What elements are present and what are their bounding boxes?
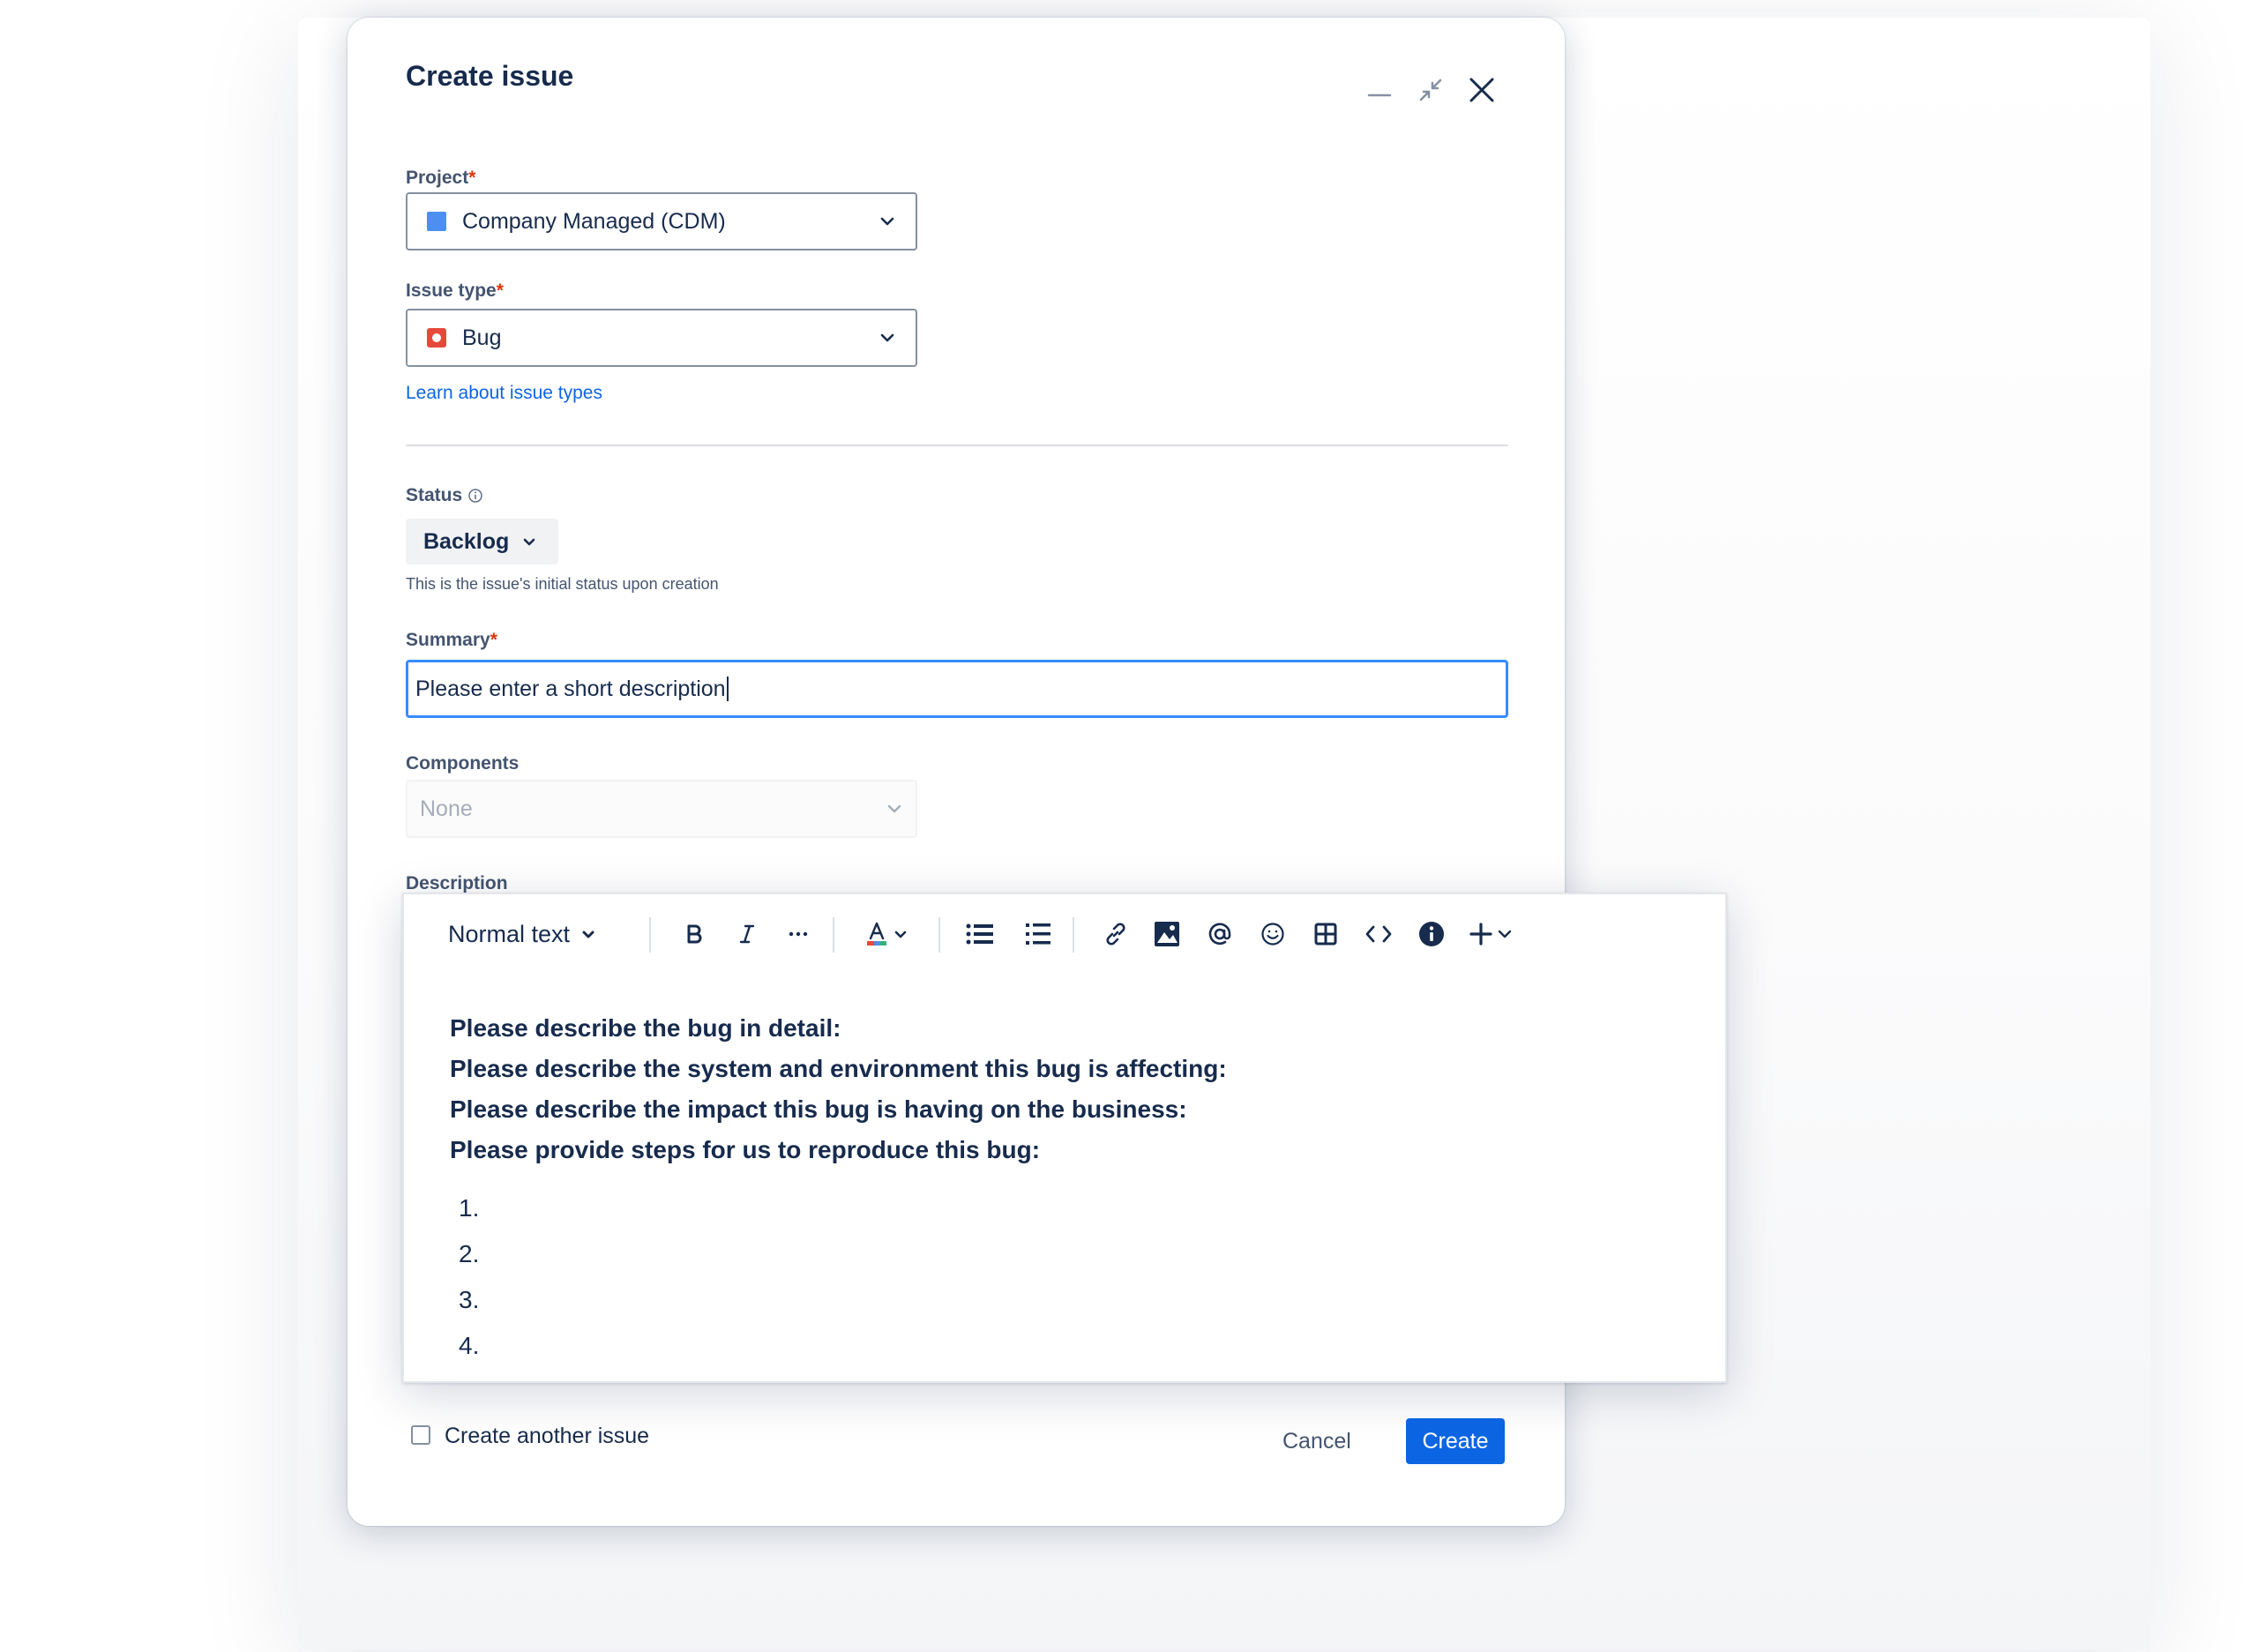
info-panel-button[interactable] bbox=[1409, 914, 1454, 954]
minimize-icon bbox=[1367, 78, 1392, 102]
bullet-list-icon bbox=[966, 923, 994, 946]
minimize-button[interactable] bbox=[1358, 69, 1401, 111]
close-button[interactable] bbox=[1461, 69, 1503, 111]
summary-label: Summary* bbox=[406, 630, 497, 651]
status-value: Backlog bbox=[423, 528, 510, 554]
create-another-label[interactable]: Create another issue bbox=[445, 1424, 649, 1449]
chevron-down-icon bbox=[893, 927, 908, 941]
collapse-button[interactable] bbox=[1409, 69, 1452, 111]
text-caret bbox=[726, 676, 729, 701]
insert-more-button[interactable] bbox=[1462, 914, 1519, 954]
summary-value: Please enter a short description bbox=[415, 676, 726, 701]
text-style-label: Normal text bbox=[448, 920, 571, 947]
toolbar-separator bbox=[1073, 917, 1074, 953]
toolbar-separator bbox=[938, 917, 940, 953]
summary-label-text: Summary bbox=[406, 630, 490, 650]
bug-icon bbox=[427, 328, 446, 348]
description-line: Please describe the impact this bug is h… bbox=[450, 1095, 1187, 1123]
components-value: None bbox=[420, 796, 473, 821]
required-marker: * bbox=[490, 630, 497, 650]
create-another-checkbox[interactable] bbox=[411, 1425, 430, 1445]
chevron-down-icon bbox=[1497, 926, 1513, 942]
status-dropdown-button[interactable]: Backlog bbox=[406, 519, 559, 564]
bullet-list-button[interactable] bbox=[958, 914, 1002, 954]
text-color-icon bbox=[865, 921, 888, 947]
project-label-text: Project bbox=[406, 168, 469, 188]
link-icon bbox=[1103, 921, 1129, 947]
bold-button[interactable] bbox=[674, 914, 714, 954]
components-select[interactable]: None bbox=[406, 780, 917, 838]
description-line: Please describe the system and environme… bbox=[450, 1055, 1227, 1082]
info-icon bbox=[1418, 921, 1445, 947]
code-button[interactable] bbox=[1357, 914, 1401, 954]
table-button[interactable] bbox=[1304, 914, 1348, 954]
toolbar-separator bbox=[649, 917, 651, 953]
emoji-button[interactable] bbox=[1251, 914, 1295, 954]
status-label-text: Status bbox=[406, 485, 463, 505]
components-label: Components bbox=[406, 753, 520, 774]
section-divider bbox=[406, 445, 1508, 446]
code-icon bbox=[1365, 923, 1393, 945]
chevron-down-icon bbox=[879, 213, 896, 230]
description-editor[interactable]: Normal text Please describe the bug in d… bbox=[402, 893, 1727, 1383]
toolbar-separator bbox=[833, 917, 834, 953]
project-select[interactable]: Company Managed (CDM) bbox=[406, 192, 917, 250]
issue-type-value: Bug bbox=[462, 325, 502, 350]
issue-type-label-text: Issue type bbox=[406, 280, 497, 301]
required-marker: * bbox=[468, 168, 476, 188]
required-marker: * bbox=[496, 280, 504, 301]
list-item-number: 3. bbox=[459, 1286, 480, 1313]
description-label: Description bbox=[406, 873, 508, 893]
list-item-number: 2. bbox=[459, 1240, 480, 1267]
numbered-list-icon bbox=[1025, 922, 1051, 946]
project-label: Project* bbox=[406, 168, 475, 189]
chevron-down-icon bbox=[879, 329, 896, 347]
summary-input[interactable]: Please enter a short description bbox=[406, 660, 1508, 718]
image-button[interactable] bbox=[1145, 914, 1189, 954]
issue-type-select[interactable]: Bug bbox=[406, 309, 917, 367]
collapse-arrows-icon bbox=[1417, 76, 1445, 104]
image-icon bbox=[1154, 921, 1180, 947]
chevron-down-icon bbox=[580, 926, 596, 942]
description-line: Please describe the bug in detail: bbox=[450, 1014, 841, 1042]
bold-icon bbox=[684, 923, 705, 945]
text-style-dropdown[interactable]: Normal text bbox=[448, 914, 596, 954]
link-button[interactable] bbox=[1094, 914, 1138, 954]
project-square-icon bbox=[427, 212, 446, 231]
text-color-button[interactable] bbox=[856, 914, 917, 954]
learn-issue-types-link[interactable]: Learn about issue types bbox=[406, 383, 602, 404]
project-value: Company Managed (CDM) bbox=[462, 208, 726, 234]
issue-type-label: Issue type* bbox=[406, 280, 504, 302]
more-formatting-button[interactable] bbox=[778, 914, 819, 954]
italic-button[interactable] bbox=[727, 914, 767, 954]
cancel-button[interactable]: Cancel bbox=[1270, 1418, 1364, 1464]
description-line: Please provide steps for us to reproduce… bbox=[450, 1136, 1041, 1163]
mention-icon bbox=[1207, 921, 1233, 947]
numbered-list-button[interactable] bbox=[1016, 914, 1060, 954]
insert-plus-icon bbox=[1469, 922, 1493, 946]
chevron-down-icon bbox=[521, 534, 537, 549]
editor-toolbar: Normal text bbox=[404, 894, 1725, 974]
list-item-number: 4. bbox=[459, 1332, 480, 1359]
table-icon bbox=[1314, 923, 1337, 946]
chevron-down-icon bbox=[886, 800, 903, 818]
list-item-number: 1. bbox=[459, 1194, 480, 1222]
status-label: Status bbox=[406, 485, 483, 506]
info-circle-icon[interactable] bbox=[467, 488, 483, 504]
create-button[interactable]: Create bbox=[1406, 1418, 1505, 1464]
italic-icon bbox=[736, 923, 758, 945]
status-hint: This is the issue's initial status upon … bbox=[406, 575, 719, 593]
emoji-icon bbox=[1260, 922, 1285, 946]
more-formatting-icon bbox=[787, 923, 810, 945]
dialog-title: Create issue bbox=[406, 60, 574, 92]
close-icon bbox=[1468, 76, 1496, 104]
mention-button[interactable] bbox=[1198, 914, 1242, 954]
